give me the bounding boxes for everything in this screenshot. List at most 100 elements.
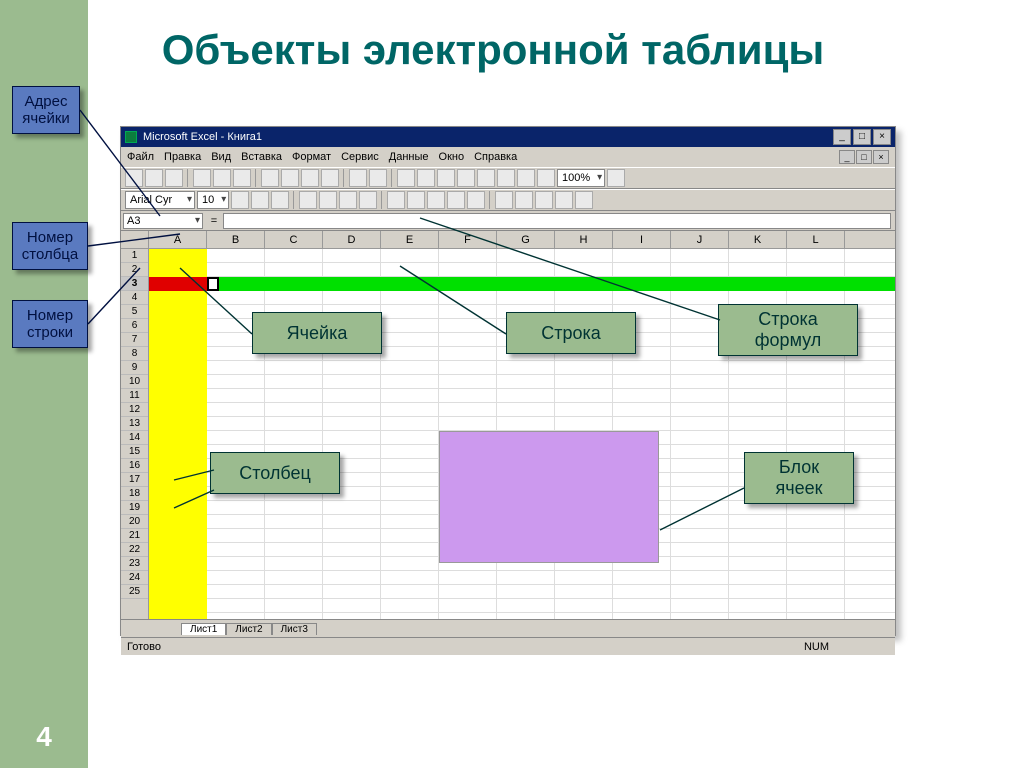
help-icon[interactable] [607,169,625,187]
rowhead-11[interactable]: 11 [121,389,148,403]
menu-window[interactable]: Окно [439,151,465,163]
bold-icon[interactable] [231,191,249,209]
menu-data[interactable]: Данные [389,151,429,163]
colhead-b[interactable]: B [207,231,265,248]
chart-icon[interactable] [497,169,515,187]
menu-insert[interactable]: Вставка [241,151,282,163]
rowhead-13[interactable]: 13 [121,417,148,431]
redo-icon[interactable] [369,169,387,187]
align-center-icon[interactable] [319,191,337,209]
sheet-tabs[interactable]: Лист1 Лист2 Лист3 [121,619,895,637]
save-icon[interactable] [165,169,183,187]
sheet-tab-2[interactable]: Лист2 [226,623,271,635]
rowhead-22[interactable]: 22 [121,543,148,557]
colhead-e[interactable]: E [381,231,439,248]
menu-bar[interactable]: Файл Правка Вид Вставка Формат Сервис Да… [121,147,895,167]
open-icon[interactable] [145,169,163,187]
menu-file[interactable]: Файл [127,151,154,163]
zoom-combo[interactable]: 100% [557,169,605,187]
dec-indent-icon[interactable] [495,191,513,209]
rowhead-5[interactable]: 5 [121,305,148,319]
rowhead-8[interactable]: 8 [121,347,148,361]
rowhead-16[interactable]: 16 [121,459,148,473]
align-left-icon[interactable] [299,191,317,209]
close-icon[interactable]: × [873,129,891,145]
menu-view[interactable]: Вид [211,151,231,163]
borders-icon[interactable] [535,191,553,209]
rowhead-4[interactable]: 4 [121,291,148,305]
rowhead-21[interactable]: 21 [121,529,148,543]
colhead-g[interactable]: G [497,231,555,248]
undo-icon[interactable] [349,169,367,187]
font-name-combo[interactable]: Arial Cyr [125,191,195,209]
menu-service[interactable]: Сервис [341,151,379,163]
rowhead-1[interactable]: 1 [121,249,148,263]
paste-icon[interactable] [301,169,319,187]
map-icon[interactable] [517,169,535,187]
rowhead-7[interactable]: 7 [121,333,148,347]
sum-icon[interactable] [417,169,435,187]
colhead-i[interactable]: I [613,231,671,248]
rowhead-12[interactable]: 12 [121,403,148,417]
menu-format[interactable]: Формат [292,151,331,163]
colhead-a[interactable]: A [149,231,207,248]
hyperlink-icon[interactable] [397,169,415,187]
sheet-tab-3[interactable]: Лист3 [272,623,317,635]
row-headers[interactable]: 1 2 3 4 5 6 7 8 9 10 11 12 13 14 15 16 1… [121,249,149,619]
minimize-icon[interactable]: _ [833,129,851,145]
rowhead-19[interactable]: 19 [121,501,148,515]
rowhead-14[interactable]: 14 [121,431,148,445]
select-all-corner[interactable] [121,231,149,248]
rowhead-25[interactable]: 25 [121,585,148,599]
drawing-icon[interactable] [537,169,555,187]
align-right-icon[interactable] [339,191,357,209]
colhead-k[interactable]: K [729,231,787,248]
colhead-c[interactable]: C [265,231,323,248]
rowhead-6[interactable]: 6 [121,319,148,333]
painter-icon[interactable] [321,169,339,187]
window-titlebar[interactable]: Microsoft Excel - Книга1 _ □ × [121,127,895,147]
underline-icon[interactable] [271,191,289,209]
copy-icon[interactable] [281,169,299,187]
mdi-close-icon[interactable]: × [873,150,889,164]
rowhead-20[interactable]: 20 [121,515,148,529]
toolbar-formatting[interactable]: Arial Cyr 10 [121,189,895,211]
rowhead-3[interactable]: 3 [121,277,148,291]
comma-icon[interactable] [427,191,445,209]
fx-icon[interactable] [437,169,455,187]
inc-decimal-icon[interactable] [447,191,465,209]
colhead-d[interactable]: D [323,231,381,248]
toolbar-standard[interactable]: 100% [121,167,895,189]
print-icon[interactable] [193,169,211,187]
rowhead-24[interactable]: 24 [121,571,148,585]
currency-icon[interactable] [387,191,405,209]
merge-icon[interactable] [359,191,377,209]
cut-icon[interactable] [261,169,279,187]
spell-icon[interactable] [233,169,251,187]
name-box[interactable]: A3 [123,213,203,229]
rowhead-15[interactable]: 15 [121,445,148,459]
dec-decimal-icon[interactable] [467,191,485,209]
rowhead-2[interactable]: 2 [121,263,148,277]
preview-icon[interactable] [213,169,231,187]
menu-edit[interactable]: Правка [164,151,201,163]
colhead-l[interactable]: L [787,231,845,248]
colhead-f[interactable]: F [439,231,497,248]
fx-equals-icon[interactable]: = [205,215,223,227]
mdi-maximize-icon[interactable]: □ [856,150,872,164]
italic-icon[interactable] [251,191,269,209]
formula-bar[interactable] [223,213,891,229]
rowhead-10[interactable]: 10 [121,375,148,389]
sort-desc-icon[interactable] [477,169,495,187]
maximize-icon[interactable]: □ [853,129,871,145]
font-color-icon[interactable] [575,191,593,209]
mdi-minimize-icon[interactable]: _ [839,150,855,164]
colhead-h[interactable]: H [555,231,613,248]
rowhead-18[interactable]: 18 [121,487,148,501]
sort-asc-icon[interactable] [457,169,475,187]
rowhead-23[interactable]: 23 [121,557,148,571]
rowhead-9[interactable]: 9 [121,361,148,375]
font-size-combo[interactable]: 10 [197,191,229,209]
colhead-j[interactable]: J [671,231,729,248]
new-icon[interactable] [125,169,143,187]
